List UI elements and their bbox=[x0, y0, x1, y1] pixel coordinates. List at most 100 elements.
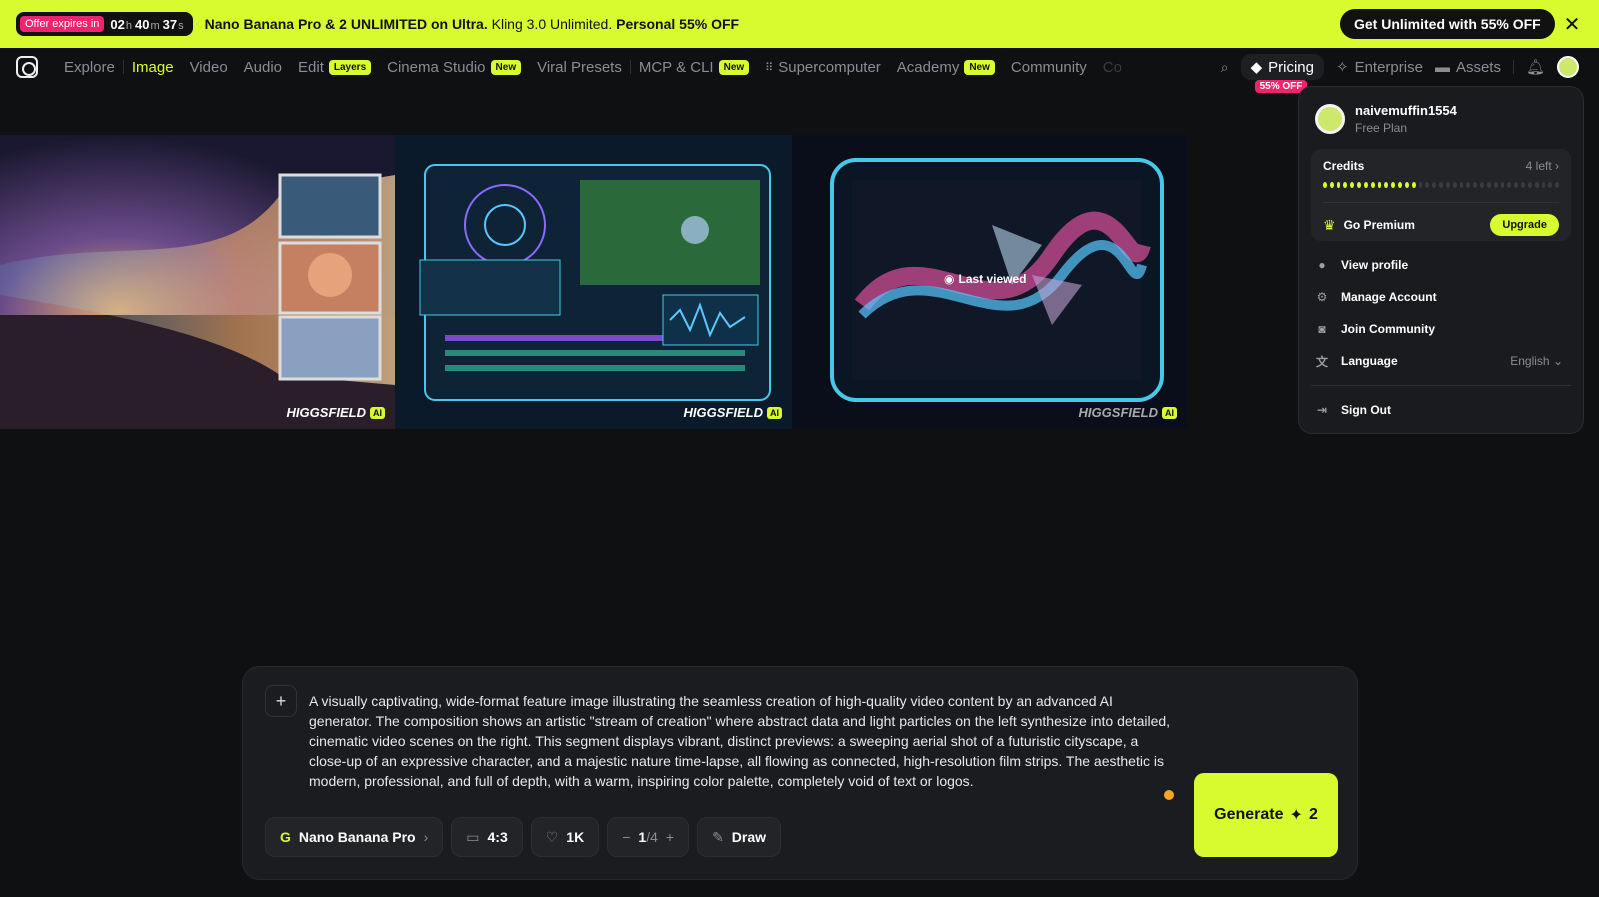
nav-explore[interactable]: Explore bbox=[56, 59, 123, 76]
account-dropdown: naivemuffin1554 Free Plan Credits 4 left… bbox=[1298, 86, 1584, 434]
assets-link[interactable]: ▬ Assets bbox=[1435, 59, 1501, 76]
account-menu: ● View profile ⚙ Manage Account ◙ Join Comm… bbox=[1311, 249, 1571, 426]
credit-dot bbox=[1425, 182, 1430, 188]
add-attachment-button[interactable]: + bbox=[265, 685, 297, 717]
nav-edit[interactable]: Edit Layers bbox=[290, 59, 379, 76]
credit-dot bbox=[1541, 182, 1546, 188]
credit-dot bbox=[1439, 182, 1443, 188]
gear-icon: ⚙ bbox=[1316, 290, 1328, 304]
new-badge: New bbox=[964, 59, 995, 75]
menu-language[interactable]: 文 Language English ⌄ bbox=[1311, 345, 1571, 377]
chevron-right-icon: › bbox=[1555, 159, 1559, 173]
aspect-ratio-selector[interactable]: ▭ 4:3 bbox=[451, 817, 523, 857]
sign-out-icon: ⇥ bbox=[1316, 403, 1328, 417]
upgrade-button[interactable]: Upgrade bbox=[1490, 214, 1559, 236]
close-icon[interactable]: ✕ bbox=[1560, 12, 1584, 36]
logo-icon[interactable] bbox=[16, 56, 38, 78]
credit-dot bbox=[1329, 182, 1334, 188]
watermark: HIGGSFIELD AI bbox=[684, 405, 782, 420]
credit-dot bbox=[1323, 182, 1327, 188]
credit-dot bbox=[1418, 182, 1423, 188]
menu-join-community[interactable]: ◙ Join Community bbox=[1311, 313, 1571, 345]
countdown-timer: Offer expires in 02h 40m 37s bbox=[16, 12, 193, 36]
nav-mcp-cli[interactable]: MCP & CLI New bbox=[631, 59, 757, 76]
image-count-stepper: − 1/4 + bbox=[607, 817, 690, 857]
credit-dot bbox=[1534, 182, 1539, 188]
pricing-button[interactable]: ◆ Pricing 55% OFF bbox=[1240, 54, 1324, 93]
prompt-toolbar: G Nano Banana Pro › ▭ 4:3 ♡ 1K − 1/4 + ✎… bbox=[265, 817, 782, 857]
watermark: HIGGSFIELD AI bbox=[287, 405, 385, 420]
credit-dot bbox=[1493, 182, 1498, 188]
credit-dot bbox=[1555, 182, 1559, 188]
hero-gallery: HIGGSFIELD AI HIGGSFIELD AI ◉ Last viewed bbox=[0, 135, 1187, 429]
nav-image[interactable]: Image bbox=[124, 59, 182, 76]
sparkle-icon: ✦ bbox=[1289, 807, 1303, 824]
crown-icon: ♛ bbox=[1323, 216, 1336, 233]
nav-academy[interactable]: Academy New bbox=[889, 59, 1003, 76]
credit-dot bbox=[1363, 182, 1368, 188]
bell-icon[interactable]: 🔔︎ bbox=[1526, 58, 1545, 76]
credit-dot bbox=[1473, 182, 1478, 188]
plan-label: Free Plan bbox=[1355, 121, 1408, 135]
user-avatar-button[interactable] bbox=[1557, 56, 1579, 78]
language-value: English ⌄ bbox=[1510, 354, 1563, 368]
prompt-input[interactable]: A visually captivating, wide-format feat… bbox=[309, 691, 1179, 791]
credit-dot bbox=[1452, 182, 1457, 188]
credit-dot bbox=[1548, 182, 1553, 188]
new-badge: New bbox=[718, 59, 750, 75]
hero-image-1[interactable]: HIGGSFIELD AI bbox=[0, 135, 395, 429]
diamond-icon: ◆ bbox=[1250, 59, 1263, 76]
credit-dot bbox=[1370, 182, 1375, 188]
resolution-selector[interactable]: ♡ 1K bbox=[530, 817, 600, 857]
nav-co-truncated[interactable]: Co bbox=[1095, 59, 1130, 76]
credit-dot bbox=[1343, 182, 1348, 188]
increment-button[interactable]: + bbox=[666, 829, 674, 845]
credit-dot bbox=[1336, 182, 1341, 188]
eye-icon: ◉ bbox=[944, 272, 955, 286]
divider bbox=[1512, 60, 1514, 74]
watermark: HIGGSFIELD AI bbox=[1079, 405, 1177, 420]
nav-viral-presets[interactable]: Viral Presets bbox=[529, 59, 630, 76]
credit-dot bbox=[1445, 182, 1450, 188]
nav-community[interactable]: Community bbox=[1003, 59, 1095, 76]
menu-sign-out[interactable]: ⇥ Sign Out bbox=[1311, 394, 1571, 426]
nav-supercomputer[interactable]: ⠿ Supercomputer bbox=[757, 59, 889, 76]
search-icon[interactable]: ⌕ bbox=[1221, 59, 1229, 76]
username: naivemuffin1554 bbox=[1355, 103, 1457, 118]
nav-video[interactable]: Video bbox=[182, 59, 236, 76]
hero-image-2[interactable]: HIGGSFIELD AI bbox=[395, 135, 792, 429]
get-unlimited-button[interactable]: Get Unlimited with 55% OFF bbox=[1340, 9, 1555, 39]
decrement-button[interactable]: − bbox=[622, 829, 630, 845]
divider bbox=[1311, 385, 1571, 386]
credit-dot bbox=[1466, 182, 1471, 188]
draw-button[interactable]: ✎ Draw bbox=[697, 817, 782, 857]
brush-icon: ✎ bbox=[712, 828, 724, 845]
grid-icon: ⠿ bbox=[765, 61, 774, 74]
layers-badge: Layers bbox=[328, 59, 372, 75]
chevron-right-icon: › bbox=[423, 829, 429, 845]
credit-dot bbox=[1432, 182, 1437, 188]
user-icon: ● bbox=[1318, 258, 1326, 272]
sparkle-icon: ✧ bbox=[1335, 59, 1349, 76]
aspect-ratio-icon: ▭ bbox=[466, 828, 480, 845]
credit-dot bbox=[1384, 182, 1389, 188]
nav-cinema-studio[interactable]: Cinema Studio New bbox=[379, 59, 529, 76]
discord-icon: ◙ bbox=[1318, 322, 1326, 336]
go-premium-row: ♛ Go Premium Upgrade bbox=[1323, 202, 1559, 236]
credit-dot bbox=[1377, 182, 1382, 188]
model-selector[interactable]: G Nano Banana Pro › bbox=[265, 817, 444, 857]
nav-audio[interactable]: Audio bbox=[236, 59, 290, 76]
ai-interface-illustration bbox=[419, 164, 771, 401]
menu-view-profile[interactable]: ● View profile bbox=[1311, 249, 1571, 281]
credit-dot bbox=[1350, 182, 1355, 188]
credit-dot bbox=[1527, 182, 1532, 188]
promo-banner: Offer expires in 02h 40m 37s Nano Banana P… bbox=[0, 0, 1599, 48]
hero-image-3[interactable]: ◉ Last viewed HIGGSFIELD AI bbox=[792, 135, 1187, 429]
menu-manage-account[interactable]: ⚙ Manage Account bbox=[1311, 281, 1571, 313]
model-logo-icon: G bbox=[280, 829, 291, 845]
promo-text: Nano Banana Pro & 2 UNLIMITED on Ultra. … bbox=[204, 16, 740, 32]
credits-header[interactable]: Credits 4 left › bbox=[1323, 159, 1559, 173]
film-stream-illustration bbox=[0, 173, 395, 429]
generate-button[interactable]: Generate ✦ 2 bbox=[1194, 773, 1338, 857]
enterprise-link[interactable]: ✧ Enterprise bbox=[1335, 58, 1423, 77]
